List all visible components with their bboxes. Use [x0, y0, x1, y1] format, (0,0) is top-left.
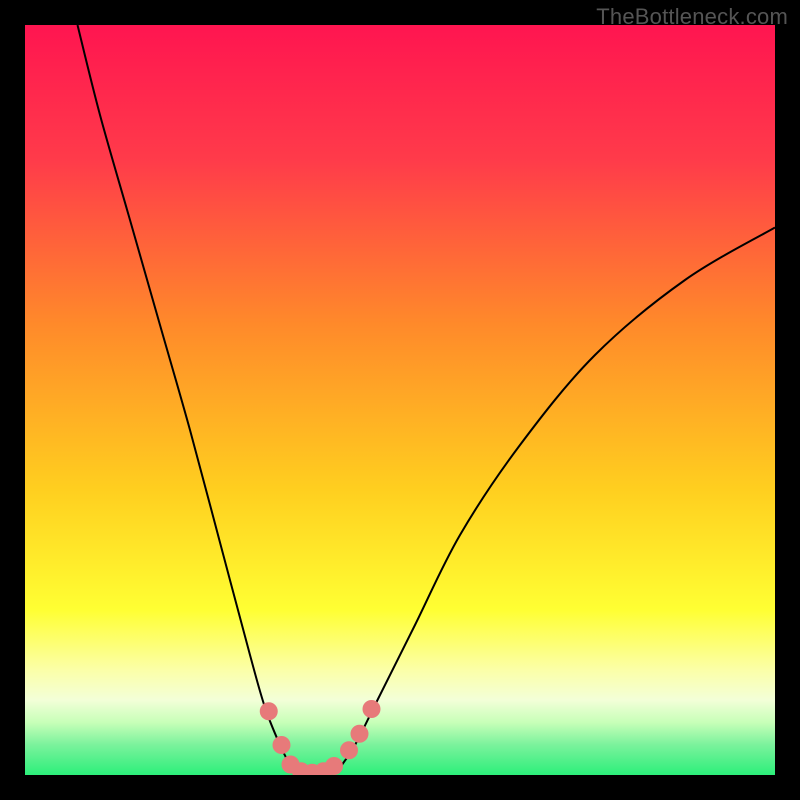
data-marker: [363, 700, 381, 718]
data-marker: [260, 702, 278, 720]
data-marker: [325, 757, 343, 775]
curve-left-curve: [78, 25, 292, 768]
data-marker: [340, 741, 358, 759]
data-marker: [273, 736, 291, 754]
curve-right-curve: [340, 228, 775, 768]
chart-frame: [25, 25, 775, 775]
chart-curves: [25, 25, 775, 775]
watermark-text: TheBottleneck.com: [596, 4, 788, 30]
data-marker: [351, 725, 369, 743]
